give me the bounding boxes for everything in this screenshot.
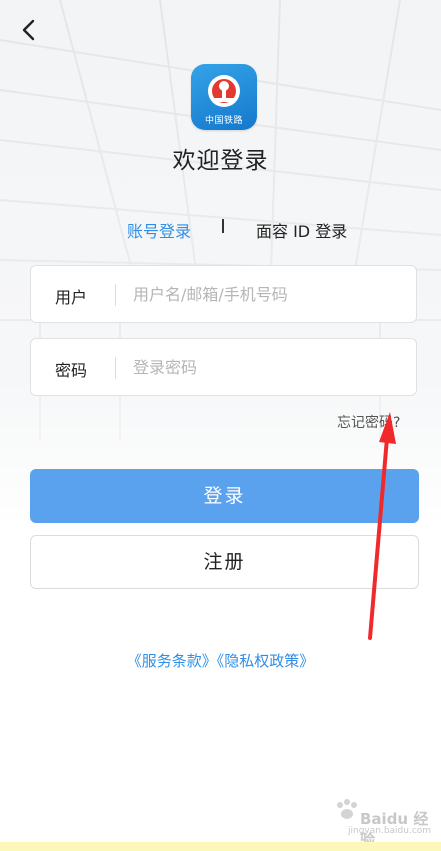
back-button[interactable]	[14, 16, 42, 44]
field-divider	[115, 357, 116, 379]
username-input[interactable]	[133, 280, 403, 308]
bottom-highlight-bar	[0, 842, 441, 851]
username-field[interactable]: 用户	[30, 265, 417, 323]
terms-of-service-link[interactable]: 《服务条款》	[127, 652, 217, 670]
tab-separator	[222, 219, 224, 233]
password-input[interactable]	[133, 353, 403, 381]
logo-caption: 中国铁路	[204, 116, 243, 126]
chevron-left-icon	[22, 19, 35, 41]
forgot-password-link[interactable]: 忘记密码?	[337, 412, 400, 432]
tab-face-id-login[interactable]: 面容 ID 登录	[256, 218, 347, 242]
register-button[interactable]: 注册	[30, 535, 419, 589]
password-label: 密码	[55, 361, 88, 380]
username-label: 用户	[55, 288, 88, 307]
app-logo: 中国铁路	[191, 64, 257, 130]
page-title: 欢迎登录	[172, 148, 269, 174]
policy-links: 《服务条款》《隐私权政策》	[0, 650, 441, 671]
field-divider	[115, 284, 116, 306]
password-field[interactable]: 密码	[30, 338, 417, 396]
privacy-policy-link[interactable]: 《隐私权政策》	[217, 652, 315, 670]
login-button[interactable]: 登录	[30, 469, 419, 523]
watermark-url: jingyan.baidu.com	[348, 826, 432, 836]
tab-account-login[interactable]: 账号登录	[127, 218, 191, 242]
